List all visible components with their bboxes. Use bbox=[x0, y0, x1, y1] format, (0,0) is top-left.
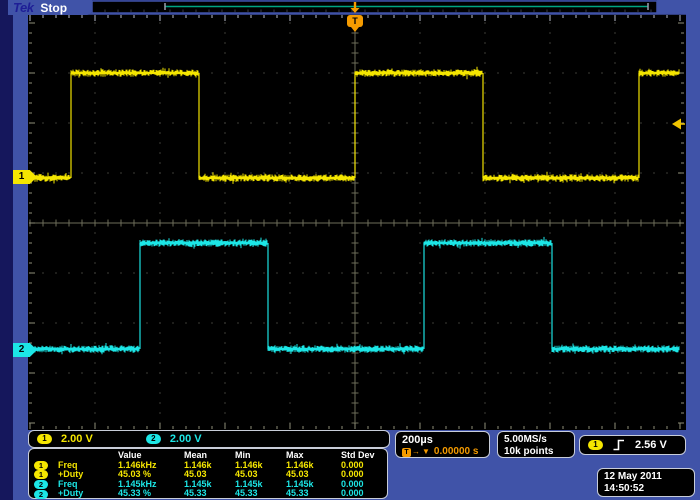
delay-value: 0.00000 s bbox=[434, 446, 479, 458]
measurement-row: 2 +Duty 45.33 % 45.33 45.33 45.33 0.000 bbox=[29, 489, 387, 499]
horizontal-readout[interactable]: 200µs T→▼ 0.00000 s bbox=[395, 431, 490, 458]
datetime-readout: 12 May 2011 14:50:52 bbox=[597, 468, 695, 497]
trigger-readout[interactable]: 1 2.56 V bbox=[579, 435, 686, 455]
ch1-badge[interactable]: 1 bbox=[37, 434, 52, 444]
channel-scale-readout[interactable]: 1 2.00 V 2 2.00 V bbox=[28, 430, 390, 448]
rising-edge-icon bbox=[613, 439, 625, 451]
trigger-delay: T→▼ 0.00000 s bbox=[402, 446, 483, 458]
acquisition-readout[interactable]: 5.00MS/s 10k points bbox=[497, 431, 575, 458]
logo-status-bar: Tek Stop bbox=[8, 0, 92, 15]
trigger-level: 2.56 V bbox=[635, 439, 667, 451]
date: 12 May 2011 bbox=[604, 471, 688, 483]
ref-down-icon: ▼ bbox=[422, 446, 430, 458]
ch2-badge[interactable]: 2 bbox=[146, 434, 161, 444]
ch1-scale[interactable]: 2.00 V bbox=[61, 433, 93, 445]
acquisition-status: Stop bbox=[40, 1, 67, 15]
sample-rate: 5.00MS/s bbox=[504, 434, 568, 446]
ch2-badge: 2 bbox=[34, 480, 48, 489]
time: 14:50:52 bbox=[604, 483, 688, 495]
ch1-badge: 1 bbox=[34, 461, 48, 470]
timebase: 200µs bbox=[402, 434, 483, 446]
ch1-badge: 1 bbox=[34, 470, 48, 479]
trigger-source-badge: 1 bbox=[588, 440, 603, 450]
trigger-position-flag[interactable]: T bbox=[347, 15, 363, 27]
ch2-badge: 2 bbox=[34, 490, 48, 499]
record-length: 10k points bbox=[504, 446, 568, 458]
measurement-table: Value Mean Min Max Std Dev 1 Freq 1.146k… bbox=[28, 448, 388, 499]
ch2-scale[interactable]: 2.00 V bbox=[170, 433, 202, 445]
arrow-right-icon: → bbox=[412, 446, 420, 458]
waveform-display bbox=[0, 0, 700, 500]
trigger-t-icon: T bbox=[402, 448, 411, 457]
tek-logo: Tek bbox=[13, 0, 33, 15]
